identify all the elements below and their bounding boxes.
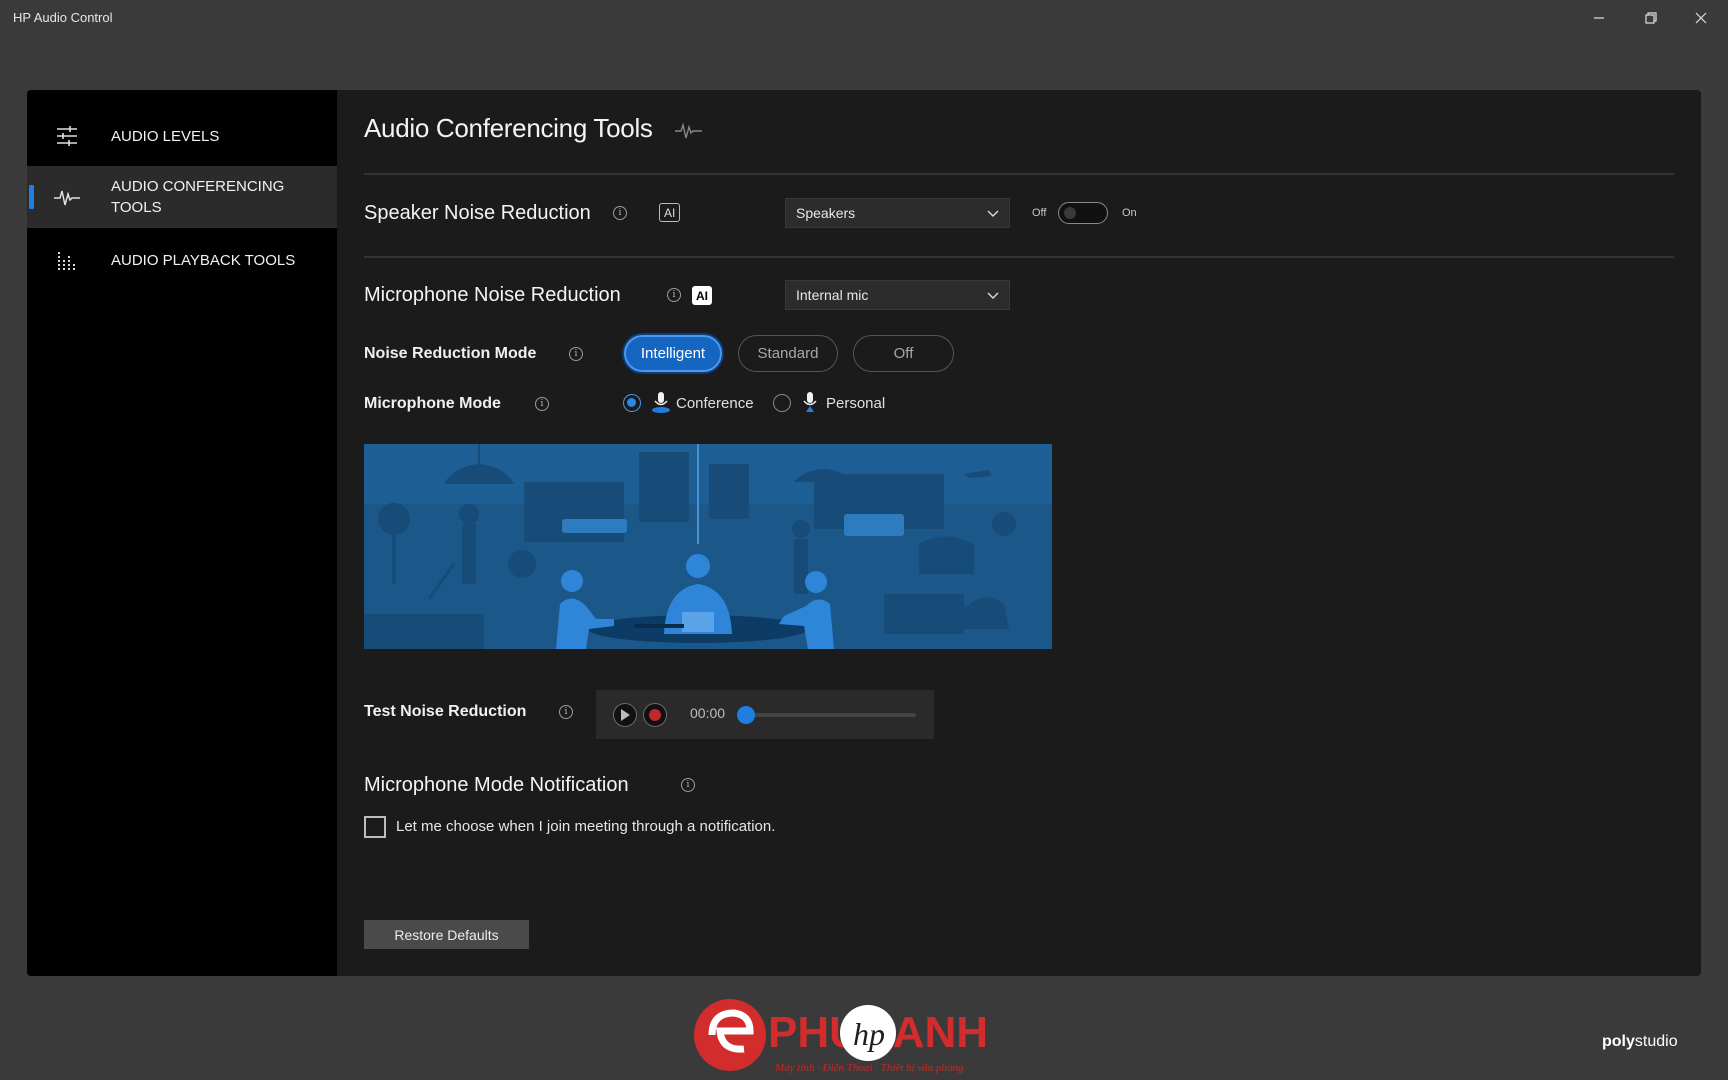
toggle-knob [1064, 207, 1076, 219]
toggle-on-label: On [1122, 207, 1137, 219]
ai-badge: AI [659, 203, 681, 222]
play-button[interactable] [613, 703, 637, 727]
mode-off-button[interactable]: Off [853, 335, 954, 372]
sidebar-item-audio-playback-tools[interactable]: AUDIO PLAYBACK TOOLS [27, 236, 337, 284]
mode-intelligent-button[interactable]: Intelligent [624, 335, 722, 372]
close-icon [1695, 12, 1707, 24]
waveform-icon [674, 122, 702, 139]
minimize-icon [1594, 17, 1604, 19]
info-icon[interactable]: i [559, 705, 573, 719]
personal-label: Personal [826, 395, 886, 412]
record-icon [649, 709, 661, 721]
mode-standard-button[interactable]: Standard [738, 335, 838, 372]
conference-illustration [364, 444, 1052, 649]
toggle-off-label: Off [1032, 207, 1047, 219]
hp-logo-icon: hp [853, 1016, 885, 1052]
noise-reduction-mode-label: Noise Reduction Mode [364, 345, 537, 362]
window-title: HP Audio Control [13, 10, 113, 25]
mic-device-dropdown[interactable]: Internal mic [785, 280, 1010, 310]
info-icon[interactable]: i [613, 206, 627, 220]
title-bar: HP Audio Control [0, 0, 1728, 36]
mic-device-value: Internal mic [796, 287, 869, 303]
poly-studio-logo: polystudio [1602, 1033, 1678, 1050]
watermark-tagline: Máy tính · Điện Thoại · Thiết bị văn phò… [774, 1062, 964, 1074]
close-button[interactable] [1676, 0, 1726, 36]
sidebar-item-label: AUDIO LEVELS [111, 127, 220, 145]
phucanh-watermark-logo: PHUCANH hp Máy tính · Điện Thoại · Thiết… [690, 995, 1030, 1075]
microphone-mode-label: Microphone Mode [364, 395, 501, 412]
test-noise-reduction-label: Test Noise Reduction [364, 703, 527, 720]
chevron-down-icon [987, 210, 999, 217]
playback-time: 00:00 [690, 705, 726, 721]
speaker-noise-reduction-title: Speaker Noise Reduction [364, 202, 591, 224]
equalizer-icon [53, 246, 81, 274]
sidebar-item-audio-levels[interactable]: AUDIO LEVELS [27, 112, 337, 160]
speaker-device-value: Speakers [796, 205, 856, 221]
conference-radio[interactable] [623, 394, 641, 412]
main-content: Audio Conferencing Tools Speaker Noise R… [364, 90, 1674, 976]
info-icon[interactable]: i [569, 347, 583, 361]
divider [364, 173, 1674, 175]
info-icon[interactable]: i [681, 778, 695, 792]
restore-defaults-button[interactable]: Restore Defaults [364, 920, 529, 949]
notification-checkbox-label: Let me choose when I join meeting throug… [396, 818, 776, 835]
sidebar-item-audio-conferencing-tools[interactable]: AUDIO CONFERENCING TOOLS [27, 166, 337, 228]
page-title: Audio Conferencing Tools [364, 113, 704, 144]
active-indicator [29, 185, 34, 209]
audio-test-player: 00:00 [596, 690, 934, 739]
playback-track[interactable] [746, 713, 916, 717]
record-button[interactable] [643, 703, 667, 727]
personal-radio[interactable] [773, 394, 791, 412]
chevron-down-icon [987, 292, 999, 299]
mic-mode-notification-title: Microphone Mode Notification [364, 774, 629, 796]
restore-button[interactable] [1626, 0, 1676, 36]
restore-icon [1645, 12, 1657, 24]
sidebar-item-label: AUDIO CONFERENCING TOOLS [111, 178, 285, 216]
mic-noise-reduction-title: Microphone Noise Reduction [364, 284, 621, 306]
speaker-noise-reduction-toggle[interactable] [1058, 202, 1108, 224]
conference-label: Conference [676, 395, 754, 412]
notification-checkbox[interactable] [364, 816, 386, 838]
info-icon[interactable]: i [667, 288, 681, 302]
info-icon[interactable]: i [535, 397, 549, 411]
speaker-device-dropdown[interactable]: Speakers [785, 198, 1010, 228]
personal-mic-icon [803, 392, 817, 412]
ai-badge: AI [692, 286, 712, 305]
app-panel: AUDIO LEVELS AUDIO CONFERENCING TOOLS AU… [27, 90, 1701, 976]
waveform-icon [53, 183, 81, 211]
minimize-button[interactable] [1574, 0, 1624, 36]
sliders-icon [53, 122, 81, 150]
divider [364, 256, 1674, 258]
conference-mic-icon [652, 392, 670, 413]
sidebar-item-label: AUDIO PLAYBACK TOOLS [111, 251, 296, 269]
playback-slider-thumb[interactable] [737, 706, 755, 724]
play-icon [621, 709, 630, 721]
sidebar: AUDIO LEVELS AUDIO CONFERENCING TOOLS AU… [27, 90, 337, 976]
